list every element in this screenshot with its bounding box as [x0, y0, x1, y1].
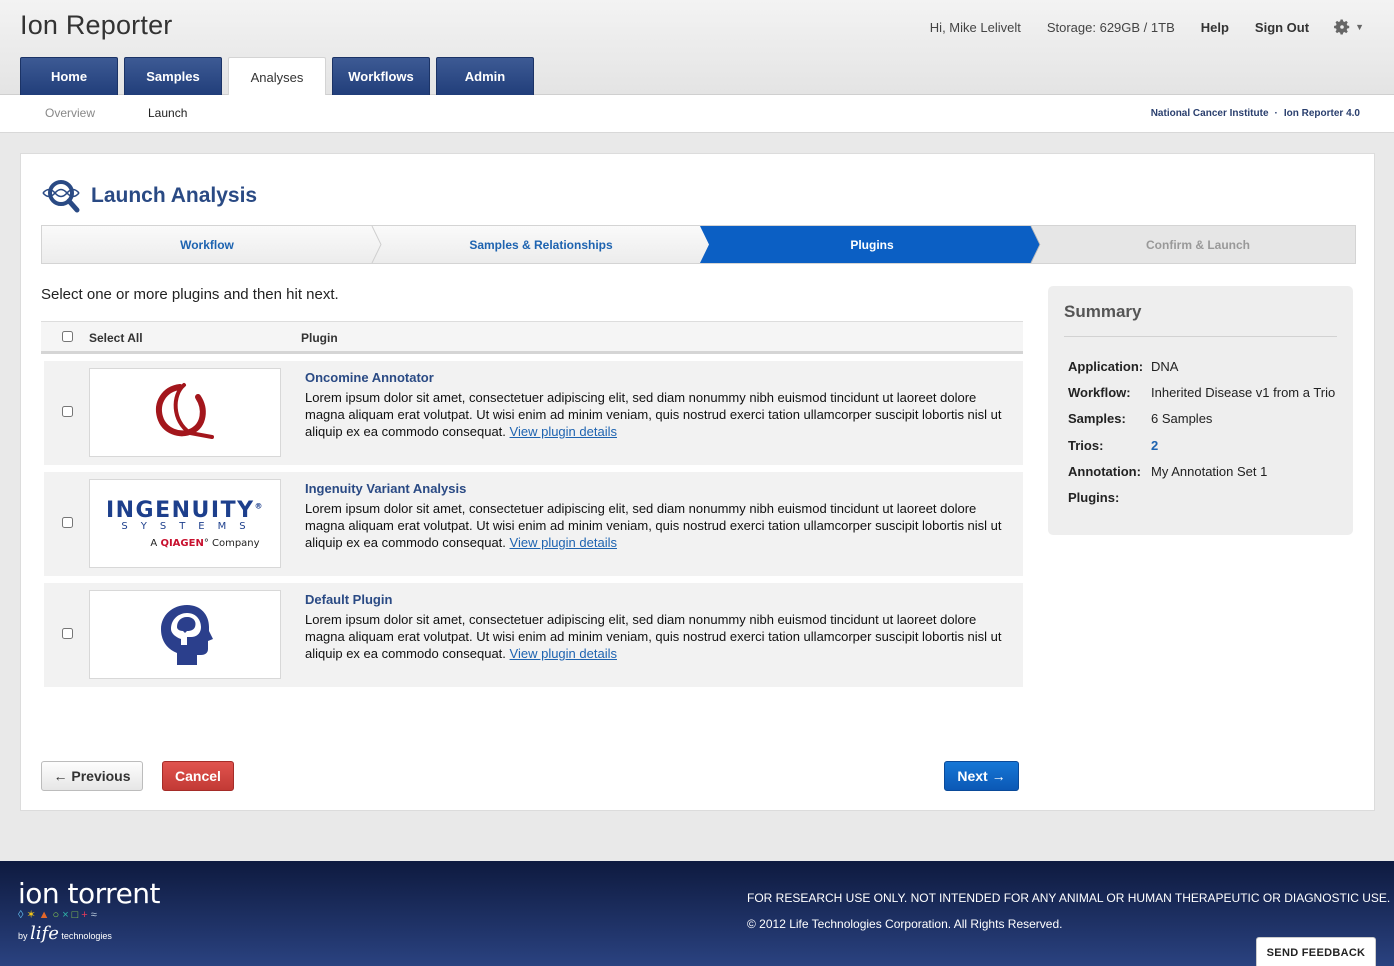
- storage-usage: Storage: 629GB / 1TB: [1046, 19, 1175, 35]
- plugin-description-text: Lorem ipsum dolor sit amet, consectetuer…: [305, 612, 1002, 661]
- page-header: Launch Analysis: [41, 178, 257, 214]
- summary-panel: Summary Application: DNA Workflow: Inherit…: [1048, 286, 1353, 535]
- plugin-column-header: Plugin: [301, 331, 338, 345]
- send-feedback-button[interactable]: SEND FEEDBACK: [1256, 937, 1376, 966]
- brand-name: ion torrent: [18, 877, 161, 910]
- copyright: © 2012 Life Technologies Corporation. Al…: [747, 917, 1063, 931]
- ingenuity-logo-reg: ®: [254, 501, 265, 511]
- app-title: Ion Reporter: [20, 10, 173, 40]
- ingenuity-logo-word: INGENUITY: [105, 498, 255, 523]
- view-plugin-details-link[interactable]: View plugin details: [510, 535, 617, 550]
- app-version: Ion Reporter 4.0: [1283, 108, 1360, 119]
- wizard-step-workflow[interactable]: Workflow: [42, 238, 372, 252]
- main-tabs: Home Samples Analyses Workflows Admin: [20, 57, 540, 96]
- summary-row-annotation: Annotation: My Annotation Set 1: [1068, 464, 1268, 479]
- plugin-logo: [89, 368, 281, 457]
- gear-icon: [1334, 19, 1350, 35]
- next-button[interactable]: Next →: [944, 761, 1019, 791]
- sub-nav: Overview Launch National Cancer Institut…: [0, 95, 1394, 133]
- plugin-name: Default Plugin: [305, 592, 393, 607]
- plugin-description: Lorem ipsum dolor sit amet, consectetuer…: [305, 500, 1005, 551]
- ingenuity-logo-systems: SYSTEMS: [121, 521, 259, 532]
- summary-row-samples: Samples: 6 Samples: [1068, 411, 1213, 426]
- tab-analyses[interactable]: Analyses: [228, 57, 326, 96]
- plugin-row: INGENUITY® SYSTEMS A QIAGEN° Company Ing…: [44, 472, 1023, 576]
- tab-samples[interactable]: Samples: [124, 57, 222, 95]
- plugin-description: Lorem ipsum dolor sit amet, consectetuer…: [305, 611, 1005, 662]
- summary-row-trios: Trios: 2: [1068, 438, 1159, 453]
- instruction-text: Select one or more plugins and then hit …: [41, 286, 339, 303]
- select-all-label: Select All: [89, 331, 143, 345]
- trios-link[interactable]: 2: [1151, 438, 1158, 453]
- tab-admin[interactable]: Admin: [436, 57, 534, 95]
- previous-button[interactable]: ← Previous: [41, 761, 143, 791]
- summary-row-plugins: Plugins:: [1068, 490, 1120, 505]
- brand-by-life: by life technologies: [18, 923, 112, 944]
- research-use-notice: FOR RESEARCH USE ONLY. NOT INTENDED FOR …: [747, 891, 1391, 905]
- plugin-row: Default Plugin Lorem ipsum dolor sit ame…: [44, 583, 1023, 687]
- page-footer: ion torrent ◊✶▲○×□+≈ by life technologie…: [0, 861, 1394, 966]
- separator-dot: ·: [1274, 108, 1278, 119]
- cancel-button[interactable]: Cancel: [162, 761, 234, 791]
- help-link[interactable]: Help: [1201, 20, 1229, 35]
- wizard-step-confirm: Confirm & Launch: [1146, 238, 1250, 252]
- plugin-checkbox[interactable]: [62, 406, 73, 417]
- plugin-checkbox[interactable]: [62, 517, 73, 528]
- plugin-logo: [89, 590, 281, 679]
- org-version: National Cancer Institute · Ion Reporter 4…: [1151, 108, 1360, 119]
- top-header: Ion Reporter Hi, Mike Lelivelt Storage: …: [0, 0, 1394, 96]
- summary-row-application: Application: DNA: [1068, 359, 1179, 374]
- plugin-description-text: Lorem ipsum dolor sit amet, consectetuer…: [305, 390, 1002, 439]
- subnav-launch[interactable]: Launch: [148, 106, 187, 120]
- plugin-name: Oncomine Annotator: [305, 370, 434, 385]
- chevron-down-icon: ▼: [1355, 22, 1364, 32]
- plugin-logo: INGENUITY® SYSTEMS A QIAGEN° Company: [89, 479, 281, 568]
- plugin-name: Ingenuity Variant Analysis: [305, 481, 467, 496]
- tab-home[interactable]: Home: [20, 57, 118, 95]
- summary-title: Summary: [1064, 302, 1142, 321]
- tab-workflows[interactable]: Workflows: [332, 57, 430, 95]
- plugin-table-header: Select All Plugin: [41, 321, 1023, 354]
- summary-row-workflow: Workflow: Inherited Disease v1 from a Tri…: [1068, 385, 1336, 400]
- wizard-steps: Workflow Samples & Relationships Plugins…: [41, 225, 1356, 264]
- plugin-checkbox[interactable]: [62, 628, 73, 639]
- summary-divider: [1064, 336, 1337, 337]
- default-plugin-head-icon: [161, 604, 213, 665]
- user-greeting: Hi, Mike Lelivelt: [929, 19, 1021, 35]
- wizard-step-samples[interactable]: Samples & Relationships: [382, 238, 700, 252]
- settings-menu[interactable]: ▼: [1333, 18, 1364, 36]
- launch-analysis-icon: [42, 180, 80, 213]
- page-title: Launch Analysis: [91, 184, 258, 207]
- plugin-description: Lorem ipsum dolor sit amet, consectetuer…: [305, 389, 1005, 440]
- plugin-row: Oncomine Annotator Lorem ipsum dolor sit…: [44, 361, 1023, 465]
- plugin-description-text: Lorem ipsum dolor sit amet, consectetuer…: [305, 501, 1002, 550]
- ingenuity-logo-company: A QIAGEN° Company: [150, 538, 260, 549]
- subnav-overview[interactable]: Overview: [45, 106, 95, 120]
- org-name: National Cancer Institute: [1150, 108, 1269, 119]
- legal-text: FOR RESEARCH USE ONLY. NOT INTENDED FOR …: [747, 891, 1390, 931]
- ingenuity-logo: INGENUITY® SYSTEMS A QIAGEN° Company: [106, 498, 264, 549]
- oncomine-logo: [156, 382, 214, 439]
- sign-out-link[interactable]: Sign Out: [1255, 20, 1309, 35]
- main-panel: Launch Analysis Workflow Samples & Relat…: [20, 153, 1375, 811]
- user-bar: Hi, Mike Lelivelt Storage: 629GB / 1TB H…: [904, 18, 1364, 36]
- view-plugin-details-link[interactable]: View plugin details: [510, 646, 617, 661]
- wizard-step-plugins[interactable]: Plugins: [707, 238, 1037, 252]
- select-all-checkbox[interactable]: [62, 331, 73, 342]
- ion-torrent-logo: ion torrent ◊✶▲○×□+≈ by life technologie…: [18, 877, 161, 944]
- view-plugin-details-link[interactable]: View plugin details: [510, 424, 617, 439]
